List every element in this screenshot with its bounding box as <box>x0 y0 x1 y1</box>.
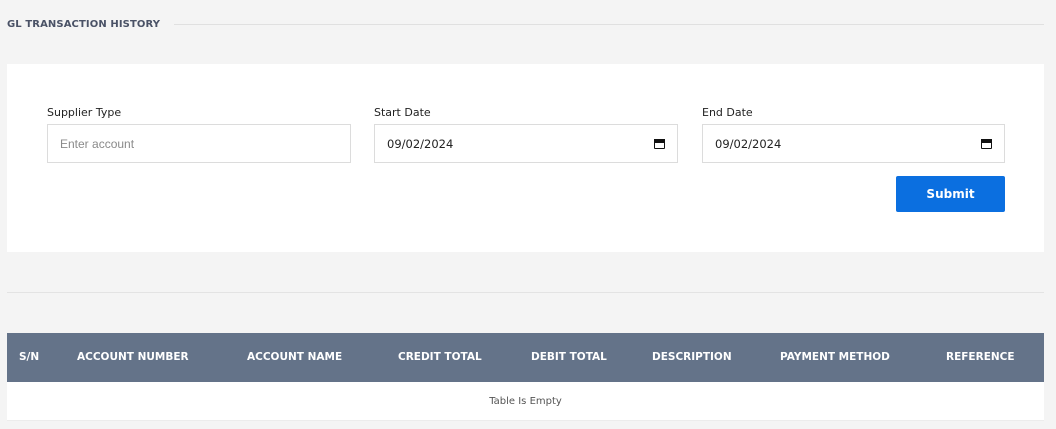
table-empty-row: Table Is Empty <box>7 382 1044 421</box>
column-header-sn[interactable]: S/N <box>19 333 39 382</box>
calendar-icon[interactable] <box>654 138 665 149</box>
column-header-debit-total[interactable]: DEBIT TOTAL <box>531 333 607 382</box>
end-date-input[interactable]: 09/02/2024 <box>702 124 1005 163</box>
end-date-label: End Date <box>702 106 753 119</box>
filter-panel: Supplier Type Start Date 09/02/2024 End … <box>7 64 1044 252</box>
table-empty-message: Table Is Empty <box>489 395 562 407</box>
supplier-type-input[interactable] <box>60 136 338 151</box>
column-header-description[interactable]: DESCRIPTION <box>652 333 732 382</box>
transactions-table: S/N ACCOUNT NUMBER ACCOUNT NAME CREDIT T… <box>7 333 1044 421</box>
start-date-label: Start Date <box>374 106 431 119</box>
start-date-input[interactable]: 09/02/2024 <box>374 124 678 163</box>
table-header: S/N ACCOUNT NUMBER ACCOUNT NAME CREDIT T… <box>7 333 1044 382</box>
calendar-icon[interactable] <box>981 138 992 149</box>
column-header-account-number[interactable]: ACCOUNT NUMBER <box>77 333 189 382</box>
section-divider <box>7 292 1044 293</box>
end-date-field: End Date 09/02/2024 <box>702 106 1005 163</box>
page-title: GL TRANSACTION HISTORY <box>7 18 161 30</box>
column-header-credit-total[interactable]: CREDIT TOTAL <box>398 333 482 382</box>
page-header: GL TRANSACTION HISTORY <box>7 17 1044 31</box>
start-date-value: 09/02/2024 <box>387 136 454 151</box>
column-header-reference[interactable]: REFERENCE <box>946 333 1015 382</box>
column-header-payment-method[interactable]: PAYMENT METHOD <box>780 333 890 382</box>
submit-button[interactable]: Submit <box>896 176 1005 212</box>
supplier-type-input-box[interactable] <box>47 124 351 163</box>
supplier-type-field: Supplier Type <box>47 106 351 163</box>
start-date-field: Start Date 09/02/2024 <box>374 106 678 163</box>
end-date-value: 09/02/2024 <box>715 136 782 151</box>
column-header-account-name[interactable]: ACCOUNT NAME <box>247 333 342 382</box>
header-divider <box>174 23 1044 25</box>
supplier-type-label: Supplier Type <box>47 106 122 119</box>
